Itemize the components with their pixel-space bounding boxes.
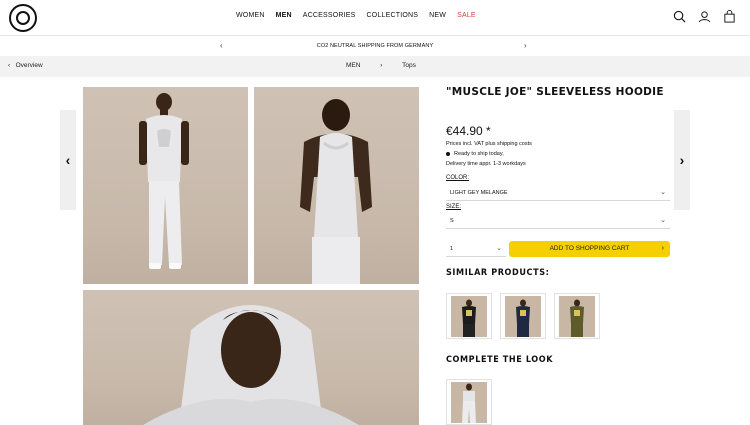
quantity-select[interactable]: 1 ⌄ bbox=[446, 241, 506, 257]
similar-product-navy[interactable] bbox=[500, 293, 546, 339]
color-select-value: LIGHT GEY MELANGE bbox=[450, 190, 508, 196]
chevron-down-icon: ⌄ bbox=[660, 189, 666, 196]
product-image-front[interactable] bbox=[83, 87, 248, 284]
breadcrumb-men[interactable]: MEN bbox=[346, 62, 360, 69]
similar-products-title: SIMILAR PRODUCTS: bbox=[446, 268, 550, 278]
chevron-down-icon: ⌄ bbox=[496, 245, 502, 252]
similar-product-olive[interactable] bbox=[554, 293, 600, 339]
product-image-closeup[interactable] bbox=[83, 290, 419, 425]
breadcrumb-tops[interactable]: Tops bbox=[402, 62, 416, 69]
color-select[interactable]: LIGHT GEY MELANGE ⌄ bbox=[446, 186, 670, 201]
complete-the-look-title: COMPLETE THE LOOK bbox=[446, 355, 554, 365]
size-label: SIZE: bbox=[446, 204, 462, 210]
similar-product-black[interactable] bbox=[446, 293, 492, 339]
product-price: €44.90 * bbox=[446, 124, 491, 138]
price-note: Prices incl. VAT plus shipping costs bbox=[446, 141, 532, 147]
banner-next-icon[interactable]: › bbox=[524, 36, 527, 56]
status-dot-icon bbox=[446, 152, 450, 156]
stock-status-text: Ready to ship today, bbox=[454, 151, 504, 157]
add-to-cart-button[interactable]: ADD TO SHOPPING CART › bbox=[509, 241, 670, 257]
nav-item-accessories[interactable]: ACCESSORIES bbox=[303, 12, 356, 19]
user-icon[interactable] bbox=[698, 10, 711, 23]
breadcrumb-sep-icon: › bbox=[380, 62, 383, 69]
logo[interactable] bbox=[9, 4, 37, 32]
breadcrumb: MEN › Tops bbox=[346, 62, 434, 69]
breadcrumb-bar: ‹ Overview MEN › Tops bbox=[0, 56, 750, 77]
chevron-down-icon: ⌄ bbox=[660, 217, 666, 224]
quantity-value: 1 bbox=[450, 246, 454, 252]
product-title: "MUSCLE JOE" SLEEVELESS HOODIE bbox=[446, 86, 664, 98]
banner-prev-icon[interactable]: ‹ bbox=[220, 36, 223, 56]
nav-item-men[interactable]: MEN bbox=[276, 12, 292, 19]
product-image-back[interactable] bbox=[254, 87, 419, 284]
delivery-time: Delivery time appr. 1-3 workdays bbox=[446, 161, 526, 167]
gallery-next-button[interactable]: › bbox=[674, 110, 690, 210]
nav-item-women[interactable]: WOMEN bbox=[236, 12, 265, 19]
bag-icon[interactable] bbox=[723, 10, 736, 23]
banner-text: CO2 NEUTRAL SHIPPING FROM GERMANY bbox=[316, 43, 434, 49]
header: WOMEN MEN ACCESSORIES COLLECTIONS NEW SA… bbox=[0, 0, 750, 36]
search-icon[interactable] bbox=[673, 10, 686, 23]
gallery-prev-button[interactable]: ‹ bbox=[60, 110, 76, 210]
complete-look-pants[interactable] bbox=[446, 379, 492, 425]
product-info: "MUSCLE JOE" SLEEVELESS HOODIE €44.90 * … bbox=[446, 86, 670, 425]
nav-item-sale[interactable]: SALE bbox=[457, 12, 476, 19]
nav-item-new[interactable]: NEW bbox=[429, 12, 446, 19]
overview-link[interactable]: ‹ Overview bbox=[8, 62, 43, 69]
size-select-value: S bbox=[450, 218, 454, 224]
add-to-cart-label: ADD TO SHOPPING CART bbox=[549, 245, 630, 252]
size-select[interactable]: S ⌄ bbox=[446, 214, 670, 229]
stock-status: Ready to ship today, bbox=[446, 151, 504, 157]
nav-item-collections[interactable]: COLLECTIONS bbox=[367, 12, 419, 19]
chevron-right-icon: › bbox=[661, 245, 664, 252]
shipping-banner: ‹ CO2 NEUTRAL SHIPPING FROM GERMANY › bbox=[0, 36, 750, 56]
color-label: COLOR: bbox=[446, 175, 470, 181]
main-nav: WOMEN MEN ACCESSORIES COLLECTIONS NEW SA… bbox=[236, 12, 487, 19]
